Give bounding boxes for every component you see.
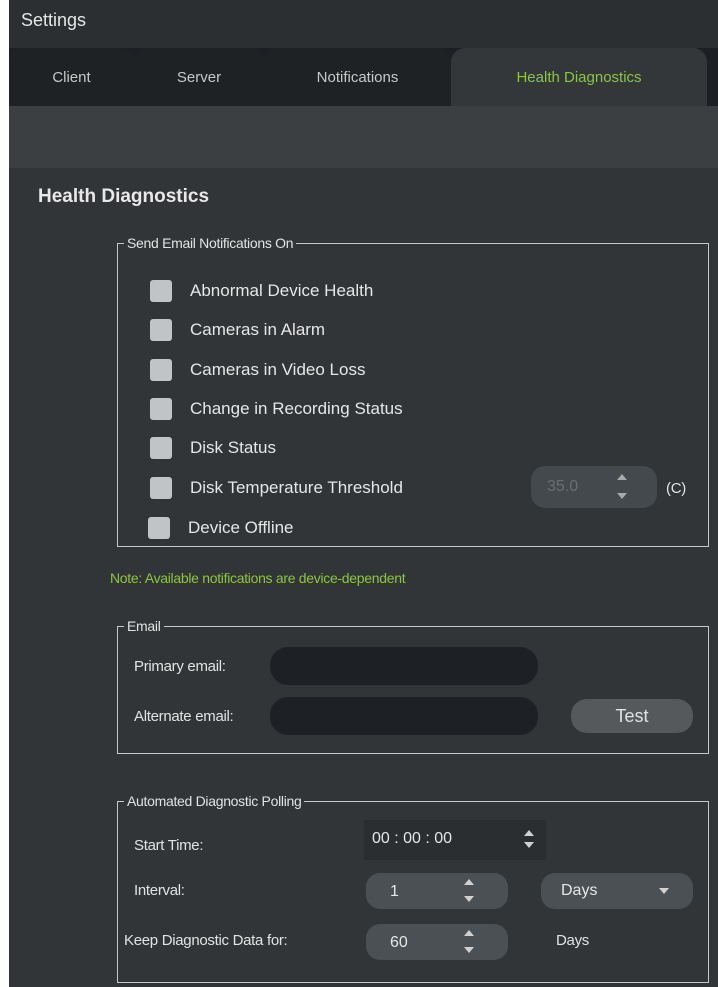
spin-down-icon[interactable] [617,493,627,499]
checkbox-icon[interactable] [150,280,172,302]
alternate-email-input[interactable] [270,697,538,735]
interval-label: Interval: [134,882,185,899]
option-label: Cameras in Video Loss [190,360,366,379]
tab-client[interactable]: Client [9,48,134,106]
checkbox-icon[interactable] [150,398,172,420]
interval-unit-dropdown[interactable]: Days [541,873,693,909]
option-cameras-in-video-loss[interactable]: Cameras in Video Loss [150,358,365,382]
spin-down-icon[interactable] [464,896,474,902]
option-label: Device Offline [188,518,294,537]
checkbox-icon[interactable] [150,319,172,341]
option-device-offline[interactable]: Device Offline [148,516,294,540]
option-label: Disk Status [190,438,276,457]
keep-data-spinner[interactable]: 60 [366,924,508,960]
spin-down-icon[interactable] [464,947,474,953]
temperature-threshold-value: 35.0 [547,478,579,495]
spin-up-icon[interactable] [617,474,627,480]
title-bar: Settings [9,0,718,48]
tab-notifications[interactable]: Notifications [264,48,451,106]
device-dependent-note: Note: Available notifications are device… [110,570,406,586]
checkbox-icon[interactable] [150,359,172,381]
primary-email-label: Primary email: [134,658,226,675]
email-notifications-legend: Send Email Notifications On [124,235,297,251]
spin-up-icon[interactable] [464,879,474,885]
tab-header-band [9,106,718,168]
interval-value: 1 [390,883,399,900]
option-label: Cameras in Alarm [190,320,326,339]
primary-email-input[interactable] [270,647,538,685]
temperature-threshold-spinner[interactable]: 35.0 [531,466,657,508]
checkbox-icon[interactable] [150,477,172,499]
email-notifications-group: Send Email Notifications On Abnormal Dev… [117,235,709,547]
option-label: Change in Recording Status [190,399,403,418]
email-group: Email Primary email: Alternate email: Te… [117,618,709,754]
option-label: Disk Temperature Threshold [190,478,403,497]
option-disk-temperature-threshold[interactable]: Disk Temperature Threshold [150,476,403,500]
tab-bar: Client Server Notifications Health Diagn… [9,48,718,106]
temperature-unit: (C) [666,480,686,497]
email-legend: Email [124,618,164,634]
option-disk-status[interactable]: Disk Status [150,436,276,460]
test-button[interactable]: Test [571,699,693,733]
tab-health-diagnostics[interactable]: Health Diagnostics [451,48,707,106]
keep-data-unit: Days [556,932,589,949]
interval-unit-value: Days [561,882,598,899]
interval-spinner[interactable]: 1 [366,873,508,909]
option-label: Abnormal Device Health [190,281,374,300]
option-change-in-recording-status[interactable]: Change in Recording Status [150,397,403,421]
keep-data-value: 60 [390,934,408,951]
start-time-label: Start Time: [134,837,204,854]
tab-server[interactable]: Server [134,48,264,106]
polling-legend: Automated Diagnostic Polling [124,793,305,809]
start-time-input[interactable]: 00 : 00 : 00 [364,820,546,860]
window-title: Settings [21,10,87,30]
option-abnormal-device-health[interactable]: Abnormal Device Health [150,279,373,303]
keep-data-label: Keep Diagnostic Data for: [124,932,288,949]
checkbox-icon[interactable] [148,517,170,539]
section-title: Health Diagnostics [38,186,210,207]
polling-group: Automated Diagnostic Polling Start Time:… [117,793,709,983]
spin-down-icon[interactable] [524,842,534,848]
alternate-email-label: Alternate email: [134,708,234,725]
start-time-value: 00 : 00 : 00 [372,830,453,847]
dropdown-arrow-icon[interactable] [659,888,669,894]
spin-up-icon[interactable] [524,830,534,836]
option-cameras-in-alarm[interactable]: Cameras in Alarm [150,318,325,342]
checkbox-icon[interactable] [150,437,172,459]
spin-up-icon[interactable] [464,930,474,936]
